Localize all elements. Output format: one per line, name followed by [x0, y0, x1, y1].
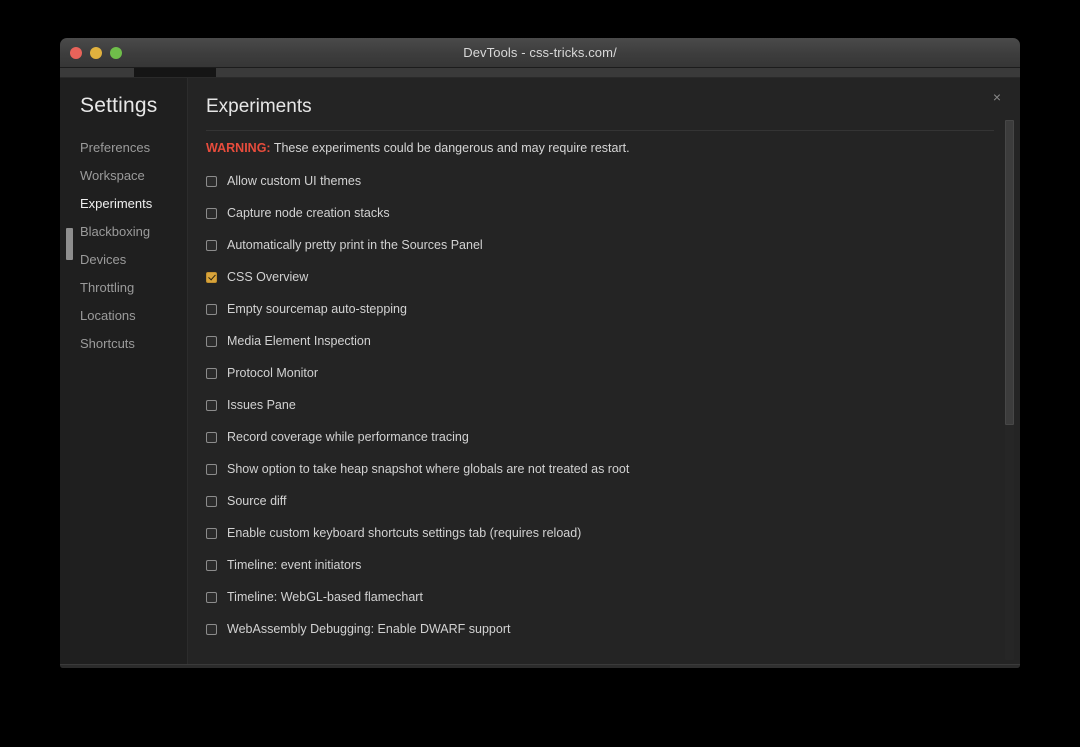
- screen: DevTools - css-tricks.com/ Settings Pref…: [0, 0, 1080, 747]
- sidebar-item-label: Blackboxing: [80, 224, 150, 239]
- checkbox-unchecked-icon[interactable]: [206, 592, 217, 603]
- checkbox-unchecked-icon[interactable]: [206, 624, 217, 635]
- drawer-edge: [60, 664, 1020, 668]
- experiment-label: Enable custom keyboard shortcuts setting…: [227, 526, 581, 540]
- page-title: Experiments: [188, 78, 1020, 118]
- experiment-row[interactable]: Media Element Inspection: [188, 325, 1020, 357]
- settings-sidebar: Settings Preferences Workspace Experiments…: [60, 78, 188, 668]
- checkbox-unchecked-icon[interactable]: [206, 240, 217, 251]
- checkbox-unchecked-icon[interactable]: [206, 496, 217, 507]
- sidebar-item-label: Shortcuts: [80, 336, 135, 351]
- sidebar-item-locations[interactable]: Locations: [60, 302, 187, 330]
- window-titlebar[interactable]: DevTools - css-tricks.com/: [60, 38, 1020, 68]
- warning-banner: WARNING: These experiments could be dang…: [188, 131, 1020, 155]
- sidebar-item-experiments[interactable]: Experiments: [60, 190, 187, 218]
- checkbox-unchecked-icon[interactable]: [206, 432, 217, 443]
- experiment-label: Capture node creation stacks: [227, 206, 390, 220]
- settings-nav-list: Preferences Workspace Experiments Blackboxi…: [60, 118, 187, 358]
- experiment-label: Timeline: WebGL-based flamechart: [227, 590, 423, 604]
- sidebar-item-workspace[interactable]: Workspace: [60, 162, 187, 190]
- checkbox-unchecked-icon[interactable]: [206, 208, 217, 219]
- sidebar-item-devices[interactable]: Devices: [60, 246, 187, 274]
- checkbox-unchecked-icon[interactable]: [206, 176, 217, 187]
- experiment-label: Protocol Monitor: [227, 366, 318, 380]
- sidebar-item-label: Devices: [80, 252, 126, 267]
- checkbox-unchecked-icon[interactable]: [206, 528, 217, 539]
- close-icon[interactable]: ×: [988, 88, 1006, 106]
- experiment-row[interactable]: Show option to take heap snapshot where …: [188, 453, 1020, 485]
- experiment-label: Timeline: event initiators: [227, 558, 361, 572]
- devtools-window: DevTools - css-tricks.com/ Settings Pref…: [60, 38, 1020, 668]
- experiment-label: Media Element Inspection: [227, 334, 371, 348]
- settings-title: Settings: [60, 78, 187, 118]
- window-title: DevTools - css-tricks.com/: [60, 45, 1020, 60]
- experiment-label: Show option to take heap snapshot where …: [227, 462, 629, 476]
- active-tab-indicator: [134, 68, 216, 77]
- experiment-label: Source diff: [227, 494, 287, 508]
- drawer-edge-segment-left: [60, 665, 670, 668]
- sidebar-item-label: Workspace: [80, 168, 145, 183]
- experiments-list: Allow custom UI themes Capture node creat…: [188, 155, 1020, 645]
- experiment-row[interactable]: Record coverage while performance tracin…: [188, 421, 1020, 453]
- checkbox-unchecked-icon[interactable]: [206, 368, 217, 379]
- warning-text: These experiments could be dangerous and…: [271, 141, 630, 155]
- checkbox-checked-icon[interactable]: [206, 272, 217, 283]
- experiment-row[interactable]: Allow custom UI themes: [188, 165, 1020, 197]
- minimize-window-button[interactable]: [90, 47, 102, 59]
- experiment-row[interactable]: Source diff: [188, 485, 1020, 517]
- drawer-edge-segment-right: [920, 665, 1020, 668]
- settings-content-pane: Experiments × WARNING: These experiments…: [188, 78, 1020, 668]
- warning-label: WARNING:: [206, 141, 271, 155]
- experiment-label: Automatically pretty print in the Source…: [227, 238, 483, 252]
- experiment-label: WebAssembly Debugging: Enable DWARF supp…: [227, 622, 510, 636]
- maximize-window-button[interactable]: [110, 47, 122, 59]
- content-scrollbar-thumb[interactable]: [1005, 120, 1014, 425]
- experiment-row[interactable]: Protocol Monitor: [188, 357, 1020, 389]
- checkbox-unchecked-icon[interactable]: [206, 560, 217, 571]
- sidebar-item-throttling[interactable]: Throttling: [60, 274, 187, 302]
- sidebar-item-label: Experiments: [80, 196, 152, 211]
- checkbox-unchecked-icon[interactable]: [206, 464, 217, 475]
- sidebar-item-preferences[interactable]: Preferences: [60, 134, 187, 162]
- experiment-label: Issues Pane: [227, 398, 296, 412]
- experiment-label: CSS Overview: [227, 270, 308, 284]
- experiment-row[interactable]: Timeline: WebGL-based flamechart: [188, 581, 1020, 613]
- window-controls: [70, 38, 122, 67]
- experiment-row[interactable]: Automatically pretty print in the Source…: [188, 229, 1020, 261]
- settings-dialog: Settings Preferences Workspace Experiments…: [60, 78, 1020, 668]
- experiment-row[interactable]: Capture node creation stacks: [188, 197, 1020, 229]
- sidebar-item-label: Throttling: [80, 280, 134, 295]
- experiment-row[interactable]: Enable custom keyboard shortcuts setting…: [188, 517, 1020, 549]
- experiment-row[interactable]: Timeline: event initiators: [188, 549, 1020, 581]
- sidebar-item-label: Locations: [80, 308, 136, 323]
- sidebar-item-blackboxing[interactable]: Blackboxing: [60, 218, 187, 246]
- experiment-row[interactable]: Issues Pane: [188, 389, 1020, 421]
- experiment-row[interactable]: Empty sourcemap auto-stepping: [188, 293, 1020, 325]
- close-window-button[interactable]: [70, 47, 82, 59]
- experiment-row[interactable]: CSS Overview: [188, 261, 1020, 293]
- checkbox-unchecked-icon[interactable]: [206, 304, 217, 315]
- sidebar-item-shortcuts[interactable]: Shortcuts: [60, 330, 187, 358]
- experiment-label: Record coverage while performance tracin…: [227, 430, 469, 444]
- checkbox-unchecked-icon[interactable]: [206, 336, 217, 347]
- experiment-row[interactable]: WebAssembly Debugging: Enable DWARF supp…: [188, 613, 1020, 645]
- checkbox-unchecked-icon[interactable]: [206, 400, 217, 411]
- experiment-label: Empty sourcemap auto-stepping: [227, 302, 407, 316]
- devtools-toolbar-strip: [60, 68, 1020, 78]
- sidebar-item-label: Preferences: [80, 140, 150, 155]
- experiment-label: Allow custom UI themes: [227, 174, 361, 188]
